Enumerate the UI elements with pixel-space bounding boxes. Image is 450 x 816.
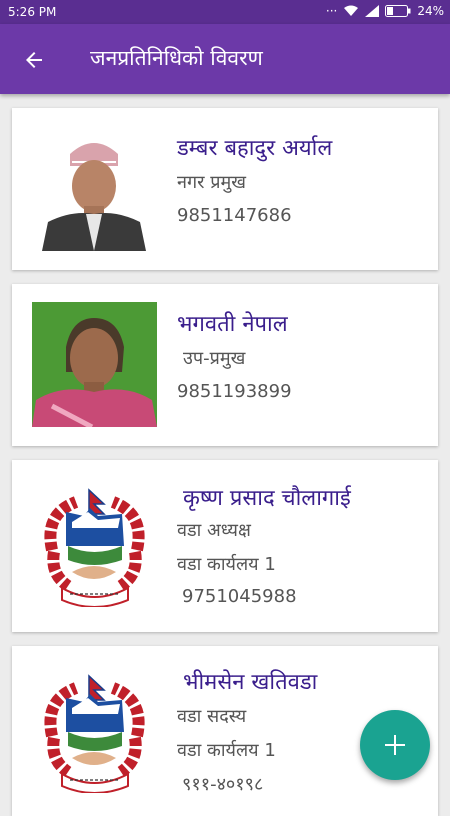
- representative-name: भीमसेन खतिवडा: [183, 670, 318, 695]
- app-bar: जनप्रतिनिधिको विवरण: [0, 24, 450, 94]
- plus-icon: [385, 735, 405, 755]
- representative-office: वडा कार्यलय 1: [177, 554, 276, 575]
- add-button[interactable]: [360, 710, 430, 780]
- status-bar: 5:26 PM ··· 24%: [0, 0, 450, 24]
- signal-icon: [365, 5, 380, 17]
- representative-phone: 9851193899: [177, 381, 292, 402]
- representative-role: वडा सदस्य: [177, 706, 247, 727]
- representative-phone: 9751045988: [182, 586, 297, 607]
- representative-card[interactable]: कृष्ण प्रसाद चौलागाई वडा अध्यक्ष वडा कार…: [12, 460, 438, 632]
- battery-percent: 24%: [417, 4, 444, 18]
- representative-name: कृष्ण प्रसाद चौलागाई: [183, 486, 351, 511]
- nepal-emblem-image: [32, 668, 157, 793]
- representative-name: डम्बर बहादुर अर्याल: [177, 136, 333, 161]
- representative-role: नगर प्रमुख: [177, 172, 246, 193]
- woman-portrait-photo: [32, 302, 157, 427]
- representative-office: वडा कार्यलय 1: [177, 740, 276, 761]
- page-title: जनप्रतिनिधिको विवरण: [90, 46, 263, 70]
- representative-phone: ९११-४०१९८: [182, 774, 264, 795]
- arrow-left-icon: [26, 52, 42, 68]
- status-icons: ··· 24%: [326, 4, 444, 18]
- back-button[interactable]: [18, 44, 50, 76]
- wifi-icon: [344, 5, 359, 16]
- man-portrait-photo: [32, 126, 157, 251]
- representative-name: भगवती नेपाल: [177, 312, 288, 337]
- representative-phone: 9851147686: [177, 205, 292, 226]
- dots-icon: ···: [325, 4, 338, 18]
- representative-role: वडा अध्यक्ष: [177, 520, 251, 541]
- nepal-emblem-image: [32, 482, 157, 607]
- status-time: 5:26 PM: [8, 5, 57, 19]
- representative-card[interactable]: भगवती नेपाल उप-प्रमुख 9851193899: [12, 284, 438, 446]
- representative-card[interactable]: डम्बर बहादुर अर्याल नगर प्रमुख 985114768…: [12, 108, 438, 270]
- representative-role: उप-प्रमुख: [183, 348, 246, 369]
- battery-icon: [385, 5, 411, 17]
